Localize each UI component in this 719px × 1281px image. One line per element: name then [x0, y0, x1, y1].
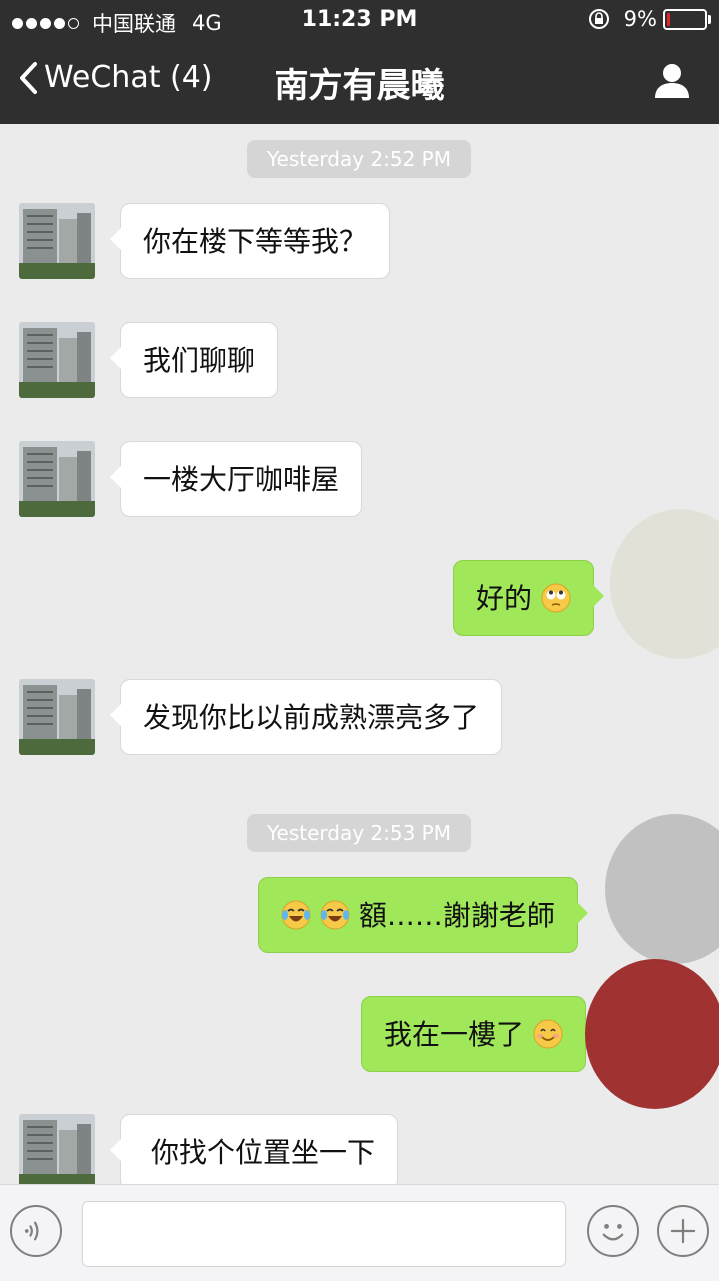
message-input[interactable]: [82, 1201, 566, 1267]
redaction-smudge: [610, 509, 719, 659]
avatar[interactable]: [19, 1114, 95, 1184]
outgoing-message[interactable]: 額……謝謝老師: [258, 877, 588, 953]
avatar[interactable]: [19, 441, 95, 517]
rotation-lock-icon: [588, 9, 609, 29]
timestamp: Yesterday 2:53 PM: [247, 814, 471, 852]
chat-title: 南方有晨曦: [274, 66, 445, 106]
plus-icon[interactable]: [657, 1205, 709, 1257]
rolling-eyes-emoji-icon: [541, 583, 571, 613]
avatar[interactable]: [19, 203, 95, 279]
redaction-smudge: [605, 814, 719, 964]
incoming-message[interactable]: 我们聊聊: [109, 322, 279, 398]
battery-percent: 9%: [623, 7, 657, 31]
status-right: 9%: [588, 7, 711, 31]
outgoing-message[interactable]: 我在一樓了: [361, 996, 596, 1072]
avatar[interactable]: [19, 322, 95, 398]
smile-emoji-icon: [533, 1019, 563, 1049]
timestamp: Yesterday 2:52 PM: [247, 140, 471, 178]
emoji-icon[interactable]: [587, 1205, 639, 1257]
incoming-message[interactable]: 你在楼下等等我？: [109, 203, 391, 279]
chat-area[interactable]: Yesterday 2:52 PM 你在楼下等等我？ 我们聊聊 一楼大厅咖啡屋 …: [0, 124, 719, 1184]
battery-icon: [663, 8, 711, 30]
status-bar: 中国联通 4G 11:23 PM 9%: [0, 0, 719, 40]
tears-of-joy-emoji-icon: [320, 900, 350, 930]
redaction-smudge: [585, 959, 719, 1109]
incoming-message[interactable]: 发现你比以前成熟漂亮多了: [109, 679, 503, 755]
avatar[interactable]: [19, 679, 95, 755]
incoming-message[interactable]: 你找个位置坐一下: [109, 1114, 399, 1184]
nav-bar: WeChat (4) 南方有晨曦: [0, 40, 719, 124]
tears-of-joy-emoji-icon: [281, 900, 311, 930]
message-text: 我在一樓了: [384, 1018, 525, 1051]
profile-icon[interactable]: [653, 62, 691, 100]
voice-icon[interactable]: [10, 1205, 62, 1257]
incoming-message[interactable]: 一楼大厅咖啡屋: [109, 441, 363, 517]
message-text: 額……謝謝老師: [358, 899, 555, 932]
message-text: 好的: [476, 582, 533, 615]
battery-fill: [667, 12, 670, 26]
input-bar: [0, 1184, 719, 1281]
outgoing-message[interactable]: 好的: [453, 560, 604, 636]
